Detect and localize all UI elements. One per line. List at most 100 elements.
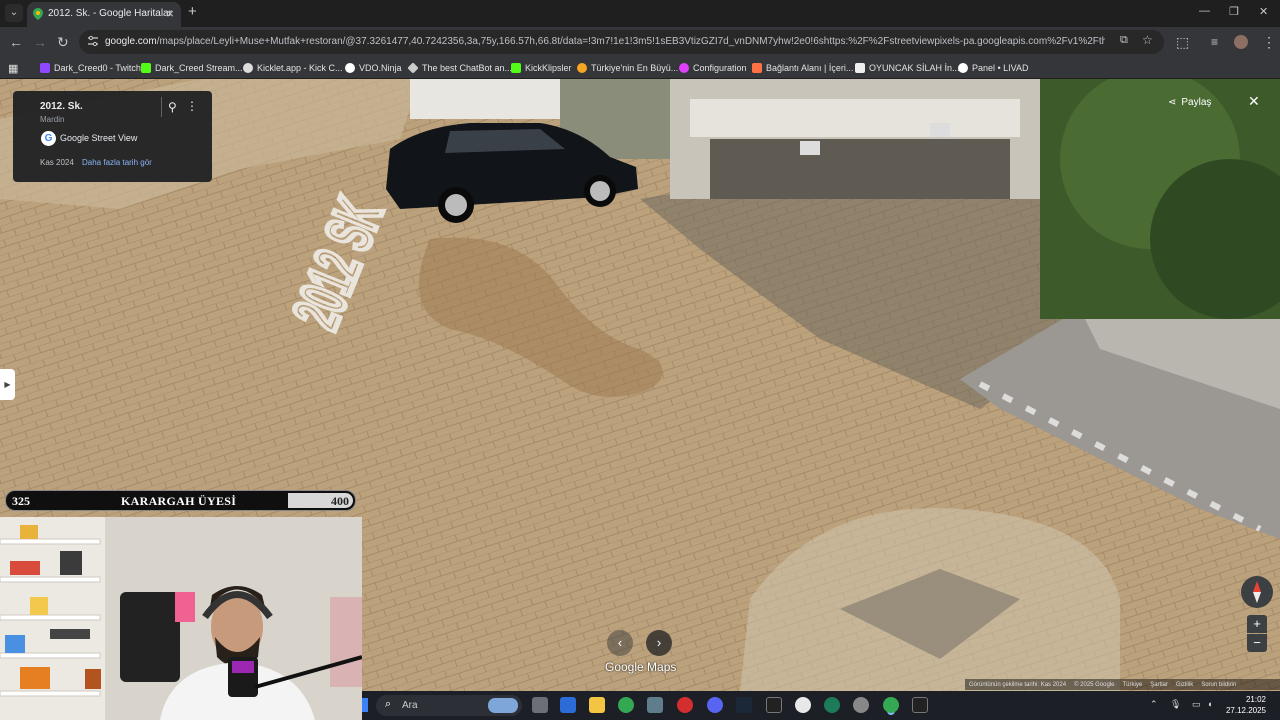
move-forward-arrow-icon[interactable]: › (646, 630, 672, 656)
footer-privacy-link[interactable]: Gizlilik (1176, 682, 1193, 688)
discord-icon[interactable] (707, 697, 723, 713)
google-g-icon: G (41, 131, 56, 146)
share-label: Paylaş (1181, 96, 1212, 108)
back-icon[interactable]: ← (9, 34, 23, 50)
app-icon[interactable] (677, 697, 693, 713)
epic-games-icon[interactable] (912, 697, 928, 713)
bookmark-item[interactable]: Türkiye'nin En Büyü... (577, 61, 678, 75)
bookmark-label: Bağlantı Alanı | İçeri... (766, 63, 854, 73)
close-window-icon[interactable]: ✕ (1259, 5, 1268, 18)
more-options-icon[interactable]: ⋮ (186, 99, 198, 113)
url-text: google.com/maps/place/Leyli+Muse+Mutfak+… (105, 36, 1105, 47)
rank-title: KARARGAH ÜYESİ (121, 494, 237, 508)
tab-title: 2012. Sk. - Google Haritalar (48, 8, 172, 19)
store-icon[interactable] (560, 697, 576, 713)
active-tab[interactable]: 2012. Sk. - Google Haritalar × (27, 2, 181, 27)
chatgpt-icon[interactable] (795, 697, 811, 713)
location-subtitle: Mardin (40, 115, 65, 124)
epic-games-icon[interactable] (766, 697, 782, 713)
rank-target-value: 400 (331, 494, 349, 508)
rank-current-value: 325 (12, 494, 30, 508)
minimize-icon[interactable]: — (1199, 5, 1210, 17)
webcam-image (0, 517, 362, 720)
kick-icon (141, 63, 151, 73)
zoom-out-button[interactable]: − (1247, 634, 1267, 652)
bookmarks-bar: ▦ Dark_Creed0 - Twitch Dark_Creed Stream… (0, 57, 1280, 79)
compass-icon[interactable] (1241, 576, 1273, 608)
taskbar-search[interactable]: ⌕ Ara (376, 695, 522, 716)
close-tab-icon[interactable]: × (166, 6, 174, 22)
bookmark-item[interactable]: The best ChatBot an... (407, 61, 512, 75)
expand-panel-icon[interactable]: ▶ (0, 369, 15, 400)
tray-chevron-icon[interactable]: ⌃ (1150, 699, 1158, 710)
footer-capture-date: Görüntünün çekilme tarihi: Kas 2024 (969, 681, 1067, 688)
close-streetview-icon[interactable]: ✕ (1248, 93, 1260, 110)
link-icon (752, 63, 762, 73)
chrome-icon[interactable] (883, 697, 899, 713)
bookmark-star-icon[interactable]: ☆ (1142, 33, 1153, 47)
bookmark-item[interactable]: Kicklet.app - Kick C... (243, 61, 343, 75)
chrome-icon[interactable] (618, 697, 634, 713)
configuration-icon (679, 63, 689, 73)
bookmark-item[interactable]: KickKlipsler (511, 61, 572, 75)
bookmark-label: Panel • LIVAD (972, 63, 1029, 73)
more-dates-link[interactable]: Daha fazla tarih gör (82, 158, 152, 167)
shop-icon (855, 63, 865, 73)
app-icon[interactable] (853, 697, 869, 713)
bookmark-label: Dark_Creed Stream... (155, 63, 243, 73)
bookmark-label: OYUNCAK SİLAH İn... (869, 63, 960, 73)
footer-terms-link[interactable]: Şartlar (1150, 682, 1168, 688)
network-icon[interactable]: ▭ (1192, 699, 1201, 710)
site-info-icon[interactable] (87, 35, 99, 47)
webcam-overlay (0, 517, 362, 720)
bookmark-item[interactable]: OYUNCAK SİLAH İn... (855, 61, 960, 75)
panel-icon (958, 63, 968, 73)
map-footer: Görüntünün çekilme tarihi: Kas 2024 © 20… (965, 679, 1280, 690)
bookmark-item[interactable]: VDO.Ninja (345, 61, 402, 75)
bookmark-item[interactable]: Panel • LIVAD (958, 61, 1029, 75)
bookmark-label: KickKlipsler (525, 63, 572, 73)
app-icon[interactable] (647, 697, 663, 713)
search-icon: ⌕ (385, 698, 392, 710)
restore-icon[interactable]: ❐ (1229, 5, 1239, 18)
menu-dots-icon[interactable]: ⋮ (1262, 34, 1276, 50)
volume-icon[interactable]: ◖ (1207, 699, 1212, 709)
reading-list-icon[interactable]: ≡ (1211, 34, 1218, 50)
clock-time: 21:02 (1245, 695, 1266, 704)
address-bar[interactable]: google.com/maps/place/Leyli+Muse+Mutfak+… (79, 30, 1164, 54)
location-pin-icon[interactable]: ⚲ (168, 100, 177, 114)
start-icon[interactable] (362, 698, 368, 712)
site-icon (577, 63, 587, 73)
taskbar-clock[interactable]: 21:02 27.12.2025 (1226, 694, 1266, 716)
bookmark-item[interactable]: Dark_Creed Stream... (141, 61, 243, 75)
apps-grid-icon[interactable]: ▦ (8, 61, 18, 75)
bookmark-label: Türkiye'nin En Büyü... (591, 63, 679, 73)
card-divider (161, 97, 162, 117)
microphone-icon[interactable]: 🎙 (1170, 699, 1181, 710)
extensions-icon[interactable]: ⬚ (1176, 34, 1189, 50)
tab-search-button[interactable]: ⌄ (5, 4, 23, 22)
bookmark-label: Dark_Creed0 - Twitch (54, 63, 141, 73)
move-back-arrow-icon[interactable]: ‹ (607, 630, 633, 656)
profile-avatar[interactable] (1234, 35, 1248, 49)
new-tab-icon[interactable]: + (188, 4, 197, 20)
share-button[interactable]: ⋖ Paylaş (1168, 91, 1211, 113)
task-view-icon[interactable] (532, 697, 548, 713)
bookmark-item[interactable]: Dark_Creed0 - Twitch (40, 61, 141, 75)
tab-strip: ⌄ 2012. Sk. - Google Haritalar × + — ❐ ✕ (0, 0, 1280, 27)
bookmark-item[interactable]: Bağlantı Alanı | İçeri... (752, 61, 853, 75)
reload-icon[interactable]: ↻ (57, 34, 69, 50)
steam-icon[interactable] (736, 697, 752, 713)
forward-icon[interactable]: → (33, 34, 47, 50)
kicklet-icon (243, 63, 253, 73)
footer-report-link[interactable]: Sorun bildirin (1201, 682, 1236, 688)
share-icon: ⋖ (1168, 96, 1177, 108)
zoom-in-button[interactable]: + (1247, 615, 1267, 633)
app-icon[interactable] (824, 697, 840, 713)
bookmark-item[interactable]: Configuration (679, 61, 747, 75)
footer-country[interactable]: Türkiye (1123, 682, 1143, 688)
location-title: 2012. Sk. (40, 101, 83, 112)
file-explorer-icon[interactable] (589, 697, 605, 713)
install-app-icon[interactable]: ⧉ (1120, 34, 1128, 47)
google-maps-logo: Google Maps (605, 660, 677, 674)
